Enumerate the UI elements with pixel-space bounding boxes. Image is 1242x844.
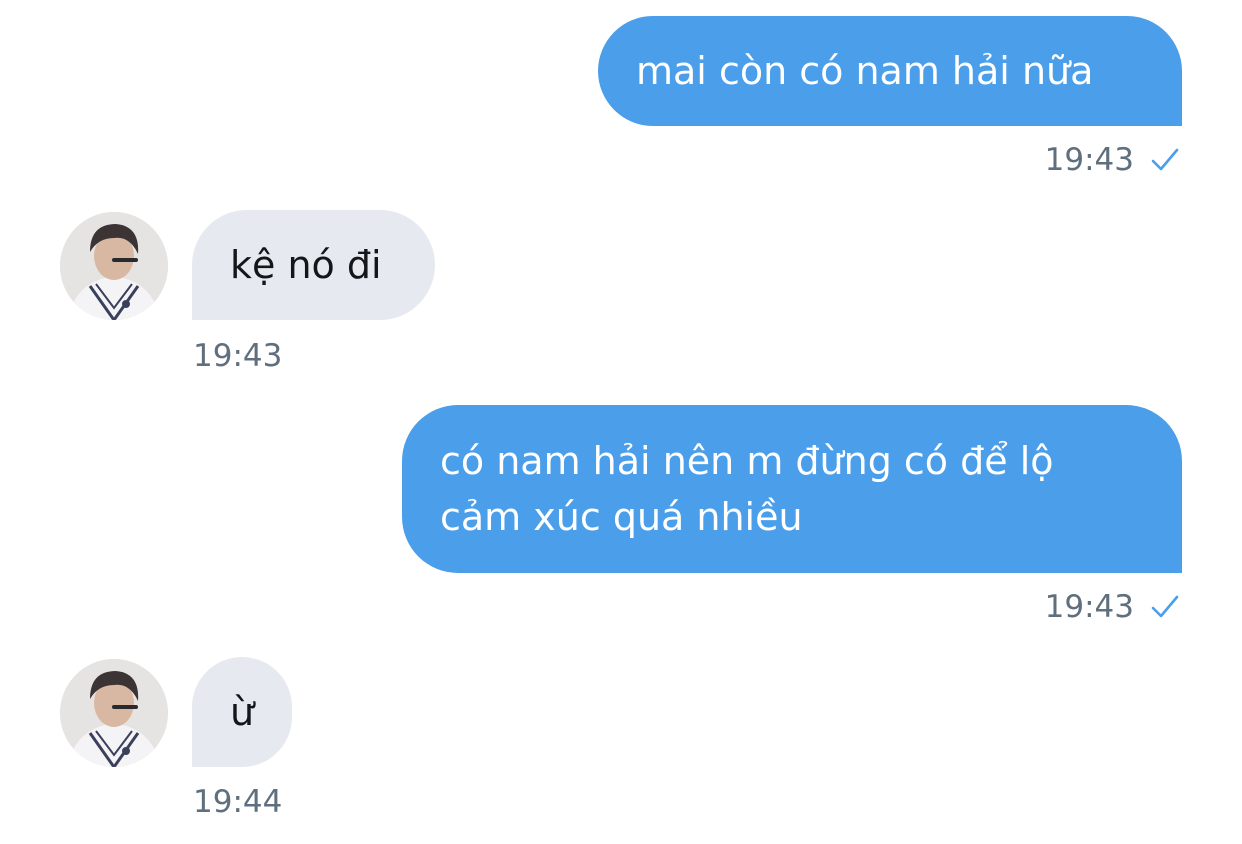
message-text: mai còn có nam hải nữa xyxy=(636,49,1094,93)
message-timestamp: 19:43 xyxy=(193,338,283,374)
message-meta: 19:43 xyxy=(193,338,282,374)
check-icon xyxy=(1151,595,1179,618)
outgoing-message-bubble[interactable]: mai còn có nam hải nữa xyxy=(598,16,1182,126)
message-text: ừ xyxy=(229,690,255,734)
message-timestamp: 19:44 xyxy=(193,784,283,820)
message-text: kệ nó đi xyxy=(230,243,382,287)
message-meta: 19:44 xyxy=(193,784,282,820)
outgoing-message-bubble[interactable]: có nam hải nên m đừng có để lộ cảm xúc q… xyxy=(402,405,1182,573)
avatar[interactable] xyxy=(60,659,168,767)
incoming-message-bubble[interactable]: ừ xyxy=(192,657,292,767)
avatar-image xyxy=(60,659,168,767)
avatar-image xyxy=(60,212,168,320)
message-thread: mai còn có nam hải nữa 19:43 kệ nó đi 19… xyxy=(0,0,1242,844)
incoming-message-bubble[interactable]: kệ nó đi xyxy=(192,210,435,320)
avatar[interactable] xyxy=(60,212,168,320)
message-meta: 19:43 xyxy=(1045,589,1180,625)
message-timestamp: 19:43 xyxy=(1044,589,1134,625)
message-meta: 19:43 xyxy=(1045,142,1180,178)
message-text: có nam hải nên m đừng có để lộ cảm xúc q… xyxy=(440,439,1054,539)
check-icon xyxy=(1151,148,1179,171)
message-timestamp: 19:43 xyxy=(1044,142,1134,178)
